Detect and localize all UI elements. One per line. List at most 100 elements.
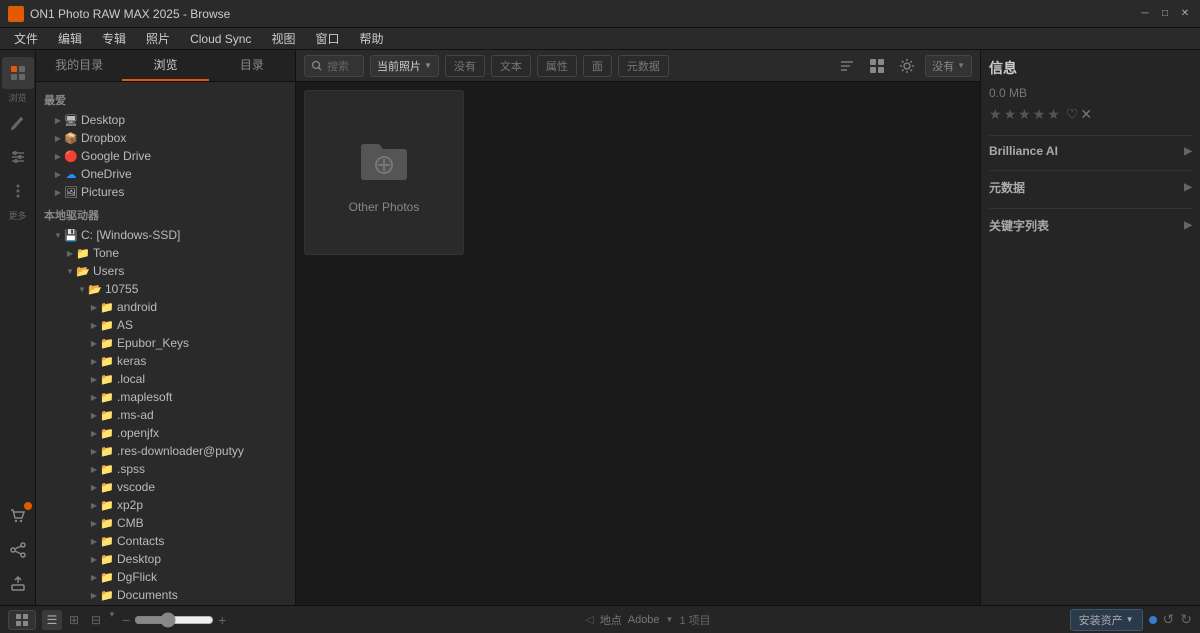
heart-icon[interactable]: ♡ [1066, 106, 1079, 123]
tool-cart-button[interactable] [2, 500, 34, 532]
filter-tag-meta[interactable]: 元数据 [618, 55, 669, 77]
list-view-icon[interactable]: ☰ [42, 610, 62, 630]
maximize-button[interactable]: □ [1158, 7, 1172, 21]
tree-item-onedrive[interactable]: ☁ OneDrive [36, 165, 295, 183]
tree-item-spss[interactable]: .spss [36, 460, 295, 478]
tree-item-resdownloader[interactable]: .res-downloader@putyy [36, 442, 295, 460]
redo-button[interactable]: ↻ [1180, 611, 1192, 628]
filter-dropdown[interactable]: 当前照片 ▼ [370, 55, 439, 77]
tool-sidebar: 浏览 更多 [0, 50, 36, 605]
tree-item-epuborkeys[interactable]: Epubor_Keys [36, 334, 295, 352]
tool-share-button[interactable] [2, 534, 34, 566]
view-icons: ☰ ⊞ ⊟ ▼ [42, 610, 116, 630]
view-sort-dropdown[interactable]: 没有 ▼ [925, 55, 972, 77]
tree-item-android[interactable]: android [36, 298, 295, 316]
tree-arrow-msad [88, 409, 100, 421]
menu-item-专辑[interactable]: 专辑 [94, 28, 134, 49]
filter-tag-text[interactable]: 文本 [491, 55, 531, 77]
tree-arrow-desktop2 [88, 553, 100, 565]
folder-openjfx-icon [100, 426, 114, 440]
tool-edit-button[interactable] [2, 107, 34, 139]
tool-more-button[interactable] [2, 175, 34, 207]
folder-10755-icon [88, 282, 102, 296]
tab-my-folder[interactable]: 我的目录 [36, 50, 122, 81]
tree-item-msad[interactable]: .ms-ad [36, 406, 295, 424]
tool-export-button[interactable] [2, 568, 34, 600]
tree-item-xp2p[interactable]: xp2p [36, 496, 295, 514]
star-2[interactable]: ★ [1004, 106, 1017, 123]
menu-item-窗口[interactable]: 窗口 [307, 28, 347, 49]
star-5[interactable]: ★ [1047, 106, 1060, 123]
menu-item-文件[interactable]: 文件 [6, 28, 46, 49]
tree-item-documents[interactable]: Documents [36, 586, 295, 604]
menu-item-视图[interactable]: 视图 [263, 28, 303, 49]
tree-item-keras[interactable]: keras [36, 352, 295, 370]
tree-item-cmb[interactable]: CMB [36, 514, 295, 532]
photo-cell-other-photos[interactable]: Other Photos [304, 90, 464, 255]
tree-item-openjfx[interactable]: .openjfx [36, 424, 295, 442]
tree-item-tone[interactable]: Tone [36, 244, 295, 262]
minimize-button[interactable]: ─ [1138, 7, 1152, 21]
filter-tag-face[interactable]: 面 [583, 55, 612, 77]
sun-icon-button[interactable] [895, 54, 919, 78]
metadata-header[interactable]: 元数据 ▶ [989, 179, 1192, 196]
tree-item-users[interactable]: Users [36, 262, 295, 280]
zoom-minus-button[interactable]: − [122, 612, 130, 628]
tree-item-dropbox[interactable]: 📦 Dropbox [36, 129, 295, 147]
tree-item-desktop2[interactable]: Desktop [36, 550, 295, 568]
menu-item-照片[interactable]: 照片 [138, 28, 178, 49]
filter-label: 当前照片 [377, 58, 421, 74]
tree-item-desktop[interactable]: 🖥 Desktop [36, 111, 295, 129]
keywords-header[interactable]: 关键字列表 ▶ [989, 217, 1192, 234]
grid-view-icon-button[interactable] [865, 54, 889, 78]
tool-adjust-button[interactable] [2, 141, 34, 173]
filter-tag-attr[interactable]: 属性 [537, 55, 577, 77]
tree-item-maplesoft[interactable]: .maplesoft [36, 388, 295, 406]
grid-toggle-button[interactable] [8, 610, 36, 630]
tree-item-contacts[interactable]: Contacts [36, 532, 295, 550]
googledrive-icon: 🔴 [64, 149, 78, 163]
tree-item-as[interactable]: AS [36, 316, 295, 334]
close-button[interactable]: ✕ [1178, 7, 1192, 21]
menu-item-帮助[interactable]: 帮助 [351, 28, 391, 49]
filter-tag-none[interactable]: 没有 [445, 55, 485, 77]
zoom-slider[interactable] [134, 612, 214, 628]
tree-item-vscode[interactable]: vscode [36, 478, 295, 496]
star-4[interactable]: ★ [1033, 106, 1046, 123]
undo-button[interactable]: ↺ [1163, 611, 1175, 628]
info-panel: 信息 0.0 MB ★ ★ ★ ★ ★ ♡ ✕ Brilliance AI ▶ … [980, 50, 1200, 605]
star-1[interactable]: ★ [989, 106, 1002, 123]
sort-icon-button[interactable] [835, 54, 859, 78]
cart-badge [24, 502, 32, 510]
tree-item-googledrive[interactable]: 🔴 Google Drive [36, 147, 295, 165]
tree-item-c[interactable]: 💾 C: [Windows-SSD] [36, 226, 295, 244]
tree-item-pictures[interactable]: 🖼 Pictures [36, 183, 295, 201]
brilliance-chevron-icon: ▶ [1184, 146, 1192, 157]
tree-item-dgflick[interactable]: DgFlick [36, 568, 295, 586]
star-rating: ★ ★ ★ ★ ★ ♡ ✕ [989, 106, 1192, 123]
grid-small-view-icon[interactable]: ⊞ [64, 610, 84, 630]
status-dot [1149, 616, 1157, 624]
install-assets-button[interactable]: 安装资产 ▼ [1070, 609, 1143, 631]
zoom-plus-button[interactable]: + [218, 612, 226, 628]
flag-icon[interactable]: ✕ [1080, 106, 1092, 123]
tree-item-local[interactable]: .local [36, 370, 295, 388]
folder-keras-icon [100, 354, 114, 368]
tree-item-10755[interactable]: 10755 [36, 280, 295, 298]
search-box[interactable]: 搜索 [304, 55, 364, 77]
onedrive-icon: ☁ [64, 167, 78, 181]
folder-epuborkeys-icon [100, 336, 114, 350]
menu-item-Cloud Sync[interactable]: Cloud Sync [182, 30, 259, 48]
drive-icon: 💾 [64, 228, 78, 242]
star-3[interactable]: ★ [1018, 106, 1031, 123]
view-chevron-icon: ▼ [108, 610, 116, 630]
brilliance-ai-header[interactable]: Brilliance AI ▶ [989, 144, 1192, 158]
tab-catalog[interactable]: 目录 [209, 50, 295, 81]
tree-arrow-tone [64, 247, 76, 259]
tree-arrow-xp2p [88, 499, 100, 511]
tab-browse[interactable]: 浏览 [122, 50, 208, 81]
menu-item-编辑[interactable]: 编辑 [50, 28, 90, 49]
tree-arrow-desktop [52, 114, 64, 126]
tool-browse-button[interactable] [2, 57, 34, 89]
grid-view-icon[interactable]: ⊟ [86, 610, 106, 630]
